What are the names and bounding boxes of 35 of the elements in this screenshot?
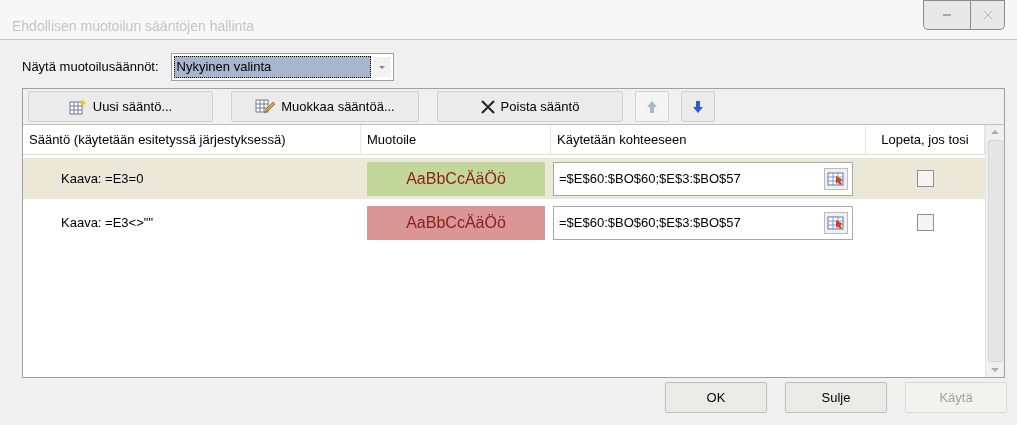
close-icon bbox=[480, 99, 495, 114]
toolbar-button[interactable]: Uusi sääntö... bbox=[28, 91, 213, 122]
column-header: Käytetään kohteeseen bbox=[551, 125, 866, 154]
collapse-range-icon[interactable] bbox=[824, 167, 848, 190]
rule-formula: Kaava: =E3<>"" bbox=[60, 213, 154, 232]
close-button[interactable] bbox=[971, 0, 1005, 30]
caret-icon bbox=[372, 57, 391, 77]
up-arrow-icon bbox=[647, 100, 657, 113]
rule-formula: Kaava: =E3=0 bbox=[60, 169, 145, 188]
column-header: Muotoile bbox=[361, 125, 551, 154]
checkbox[interactable] bbox=[917, 214, 934, 231]
range-field[interactable]: =$E$60:$BO$60;$E$3:$BO$57 bbox=[553, 205, 853, 240]
toolbar-button[interactable]: Poista sääntö bbox=[437, 91, 623, 122]
move-button[interactable] bbox=[681, 91, 715, 122]
rule-row[interactable]: Kaava: =E3=0 AaBbCcÄäÖö =$E$60:$BO$60;$E$3:$BO$57 bbox=[23, 158, 985, 199]
column-header: Sääntö (käytetään esitetyssä järjestyksessä) bbox=[23, 125, 361, 154]
down-arrow-icon bbox=[693, 100, 703, 113]
checkbox[interactable] bbox=[917, 170, 934, 187]
dialog-button[interactable]: OK bbox=[665, 382, 767, 413]
minimize-icon bbox=[943, 14, 951, 16]
scrollbar[interactable] bbox=[985, 125, 1004, 377]
show-rules-label: Näytä muotoilusäännöt: bbox=[22, 58, 159, 77]
range-field[interactable]: =$E$60:$BO$60;$E$3:$BO$57 bbox=[553, 161, 853, 196]
edit-table-icon bbox=[255, 98, 276, 115]
close-icon bbox=[983, 11, 992, 19]
collapse-range-icon[interactable] bbox=[824, 211, 848, 234]
format-preview: AaBbCcÄäÖö bbox=[367, 161, 545, 196]
minimize-button[interactable] bbox=[923, 0, 971, 30]
dialog-button[interactable]: Sulje bbox=[785, 382, 887, 413]
format-preview: AaBbCcÄäÖö bbox=[367, 205, 545, 240]
scroll-up-icon[interactable] bbox=[991, 129, 999, 134]
new-table-icon bbox=[68, 98, 87, 115]
show-rules-dropdown[interactable]: Nykyinen valinta bbox=[170, 53, 394, 81]
scroll-down-icon[interactable] bbox=[991, 368, 999, 373]
toolbar-button[interactable]: Muokkaa sääntöä... bbox=[231, 91, 419, 122]
